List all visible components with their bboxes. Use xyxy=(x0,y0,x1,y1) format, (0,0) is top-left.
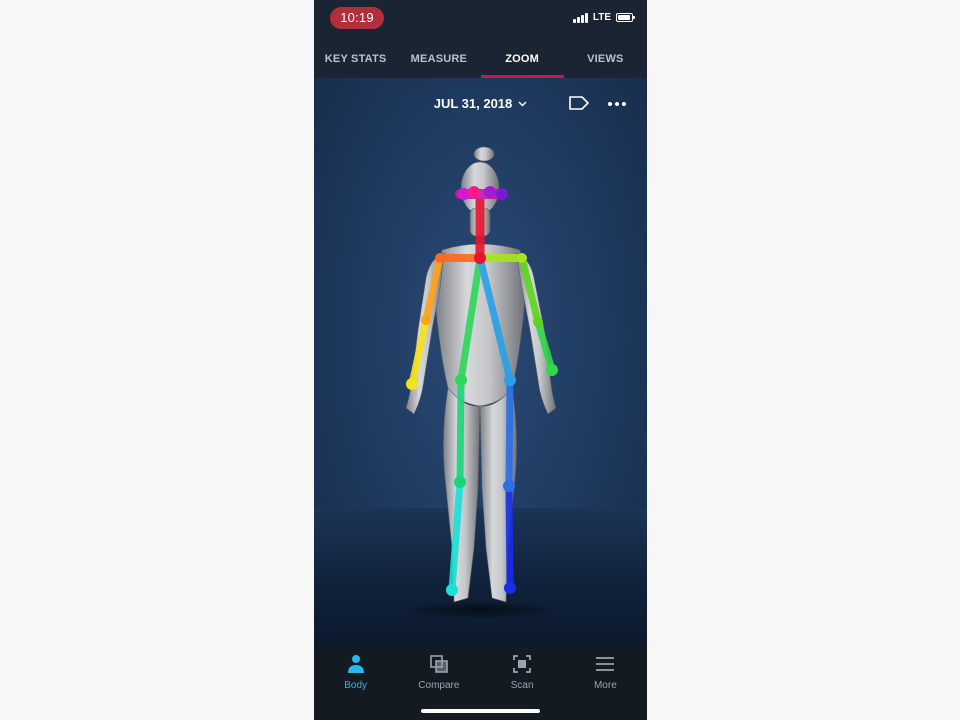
body-model[interactable] xyxy=(314,78,647,646)
tab-key-stats[interactable]: KEY STATS xyxy=(314,40,397,78)
person-icon xyxy=(347,655,364,673)
tab-views[interactable]: VIEWS xyxy=(564,40,647,78)
ground-shadow xyxy=(398,601,562,619)
status-time[interactable]: 10:19 xyxy=(330,7,384,29)
network-label: LTE xyxy=(592,12,611,23)
tab-measure[interactable]: MEASURE xyxy=(397,40,480,78)
nav-scan-label: Scan xyxy=(510,680,534,691)
battery-icon xyxy=(616,13,635,22)
body-scan-viewport[interactable]: JUL 31, 2018 xyxy=(314,78,647,646)
scan-icon xyxy=(513,655,532,673)
phone-screen: 10:19 LTE KEY STATS MEASURE ZOOM VIEWS J… xyxy=(314,0,647,720)
status-bar: 10:19 LTE xyxy=(314,0,647,40)
nav-more[interactable]: More xyxy=(564,646,647,720)
menu-icon xyxy=(596,657,615,671)
signal-icon xyxy=(572,12,588,23)
tab-zoom[interactable]: ZOOM xyxy=(480,40,565,78)
home-indicator[interactable] xyxy=(421,709,540,713)
nav-body[interactable]: Body xyxy=(314,646,397,720)
nav-more-label: More xyxy=(593,680,617,691)
top-tab-bar: KEY STATS MEASURE ZOOM VIEWS xyxy=(314,40,647,78)
compare-icon xyxy=(430,655,448,673)
nav-body-label: Body xyxy=(344,680,368,691)
status-indicators: LTE xyxy=(572,12,635,23)
nav-compare-label: Compare xyxy=(418,680,460,691)
